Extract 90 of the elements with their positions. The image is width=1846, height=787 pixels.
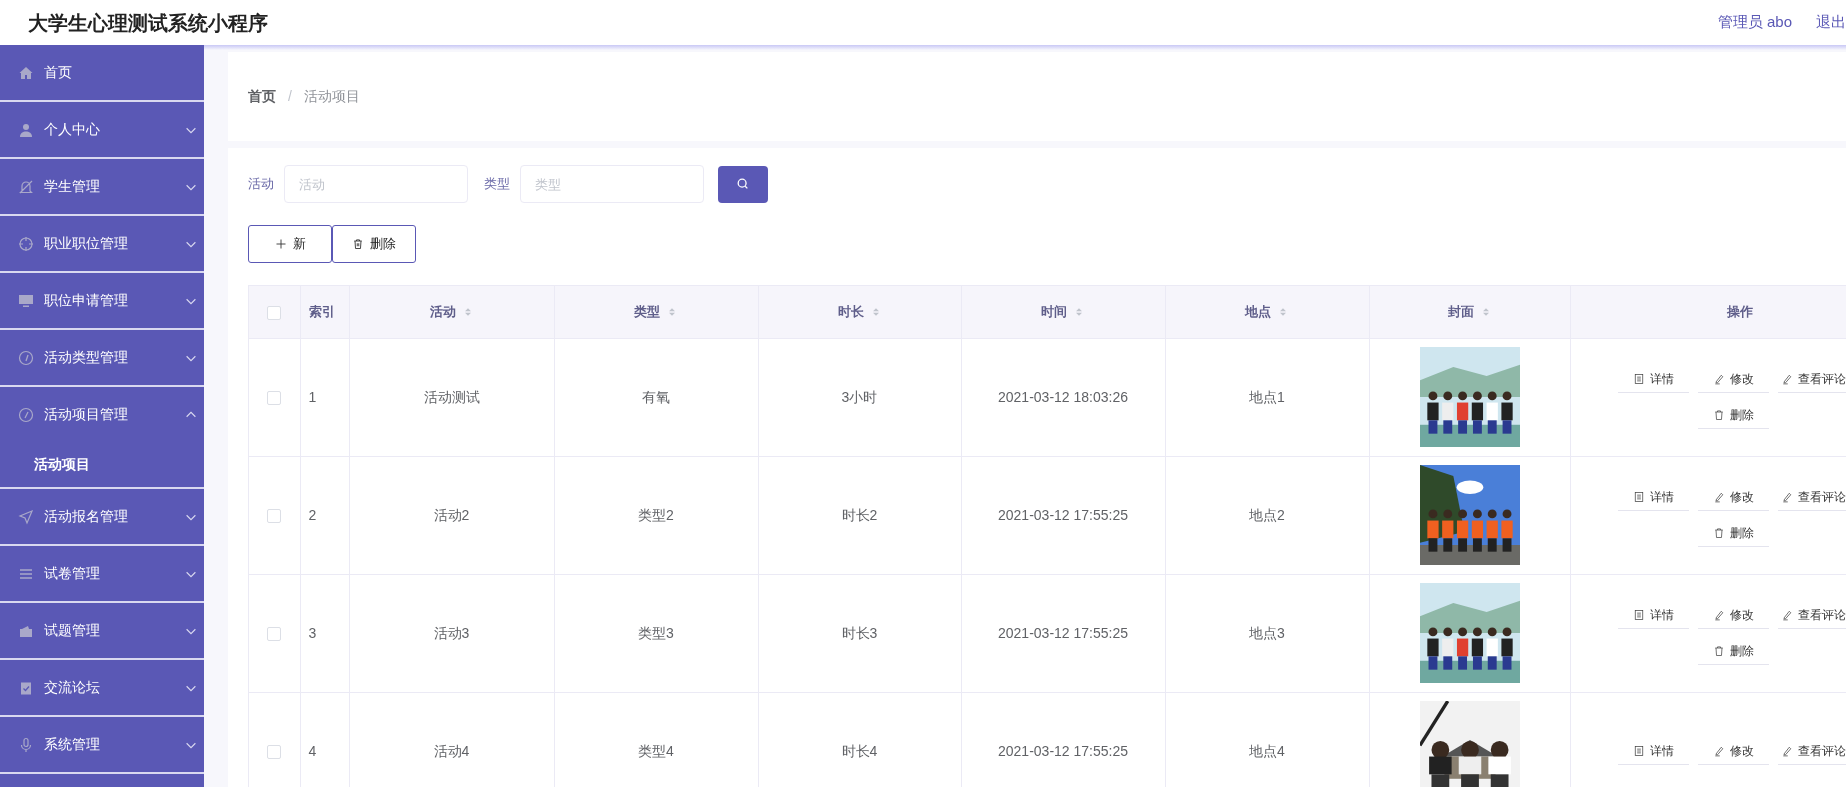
pencil-icon (1781, 608, 1793, 621)
add-button[interactable]: 新 (248, 225, 332, 263)
document-icon (1633, 490, 1645, 503)
table-cell: 时长2 (841, 506, 878, 523)
menu-item[interactable]: 活动类型管理 (0, 330, 204, 385)
table-cell: 活动3 (433, 624, 470, 641)
column-header: 索引 (308, 303, 335, 321)
document-icon (1633, 608, 1645, 621)
column-header[interactable]: 时长 (837, 302, 864, 322)
table-cell: 2021-03-12 18:03:26 (998, 388, 1128, 405)
field-label: 类型 (484, 175, 510, 194)
pencil-icon (1781, 372, 1793, 385)
column-header[interactable]: 封面 (1447, 302, 1474, 322)
checkbox[interactable] (267, 508, 282, 523)
plus-icon (274, 238, 287, 250)
table-cell: 4 (308, 742, 317, 759)
table-cell: 时长3 (841, 624, 878, 641)
app-title: 大学生心理测试系统小程序 (28, 10, 268, 36)
microphone-icon (18, 736, 34, 753)
checkbox[interactable] (267, 626, 282, 641)
table-cell: 地点4 (1249, 742, 1285, 759)
menu-item[interactable]: 职业职位管理 (0, 216, 204, 271)
pencil-icon (1713, 608, 1725, 621)
menu-item[interactable]: 学生管理 (0, 159, 204, 214)
pencil-icon (1713, 490, 1725, 503)
user-link[interactable]: 管理员 abo (1717, 11, 1792, 34)
compass-icon (18, 406, 34, 423)
trash-icon (352, 238, 364, 250)
column-header: 操作 (1726, 303, 1753, 321)
menu-item[interactable]: 活动报名管理 (0, 489, 204, 544)
search-field[interactable]: 活动 (284, 165, 468, 203)
table-cell: 时长4 (841, 742, 878, 759)
table-cell: 类型3 (638, 624, 674, 641)
submenu-item[interactable]: 活动项目 (0, 442, 204, 487)
trash-icon (1713, 526, 1725, 539)
column-header[interactable]: 时间 (1041, 302, 1067, 322)
checkbox[interactable] (267, 305, 282, 320)
search-button[interactable] (718, 165, 768, 203)
table-cell: 类型4 (638, 742, 674, 759)
table-cell: 2 (308, 506, 317, 523)
monitor-icon (18, 292, 34, 309)
breadcrumb-item[interactable]: 首页 (248, 86, 276, 107)
menu-item[interactable]: 交流论坛 (0, 660, 204, 715)
crosshair-icon (18, 235, 34, 252)
table-cell: 地点2 (1249, 506, 1285, 523)
table-cell: 地点3 (1249, 624, 1285, 641)
table-cell: 有氧 (642, 388, 670, 405)
menu-item[interactable]: 试卷管理 (0, 546, 204, 601)
column-header[interactable]: 类型 (634, 302, 660, 322)
table-cell: 活动2 (433, 506, 470, 523)
pencil-icon (1781, 744, 1793, 757)
pencil-icon (1781, 490, 1793, 503)
table-cell: 类型2 (638, 506, 674, 523)
checkbox[interactable] (267, 390, 282, 405)
gauge-icon (18, 349, 34, 366)
trash-icon (1713, 408, 1725, 421)
delete-button[interactable]: 删除 (332, 225, 416, 263)
trash-icon (1713, 644, 1725, 657)
checkbox[interactable] (267, 745, 282, 760)
table-cell: 活动4 (433, 742, 470, 759)
menu-item[interactable]: 活动项目管理 (0, 387, 204, 442)
menu-item[interactable]: 职位申请管理 (0, 273, 204, 328)
table-cell: 1 (308, 388, 317, 405)
menu-item[interactable]: 首页 (0, 45, 204, 100)
send-icon (18, 508, 34, 525)
bell-icon (18, 178, 34, 195)
pencil-icon (1713, 744, 1725, 757)
document-icon (1633, 744, 1645, 757)
menu-item[interactable]: 系统管理 (0, 717, 204, 772)
table-cell: 活动测试 (423, 388, 480, 405)
field-label: 活动 (248, 175, 274, 194)
table-cell: 地点1 (1249, 388, 1285, 405)
logout-link[interactable]: 退出 (1816, 11, 1846, 34)
search-field[interactable]: 类型 (520, 165, 704, 203)
column-header[interactable]: 活动 (429, 302, 456, 322)
table-cell: 3 (308, 624, 317, 641)
menu-item[interactable]: 个人中心 (0, 102, 204, 157)
home-icon (18, 64, 34, 81)
table-cell: 2021-03-12 17:55:25 (998, 506, 1128, 523)
breadcrumb-separator: / (288, 87, 292, 106)
pencil-icon (1713, 372, 1725, 385)
table-cell: 3小时 (841, 388, 878, 405)
breadcrumb-item: 活动项目 (303, 87, 360, 106)
search-icon (736, 177, 750, 191)
table-cell: 2021-03-12 17:55:25 (998, 742, 1128, 759)
table-cell: 2021-03-12 17:55:25 (998, 624, 1128, 641)
person-icon (18, 121, 34, 138)
document-icon (1633, 372, 1645, 385)
column-header[interactable]: 地点 (1245, 302, 1271, 322)
menu-item[interactable]: 试题管理 (0, 603, 204, 658)
